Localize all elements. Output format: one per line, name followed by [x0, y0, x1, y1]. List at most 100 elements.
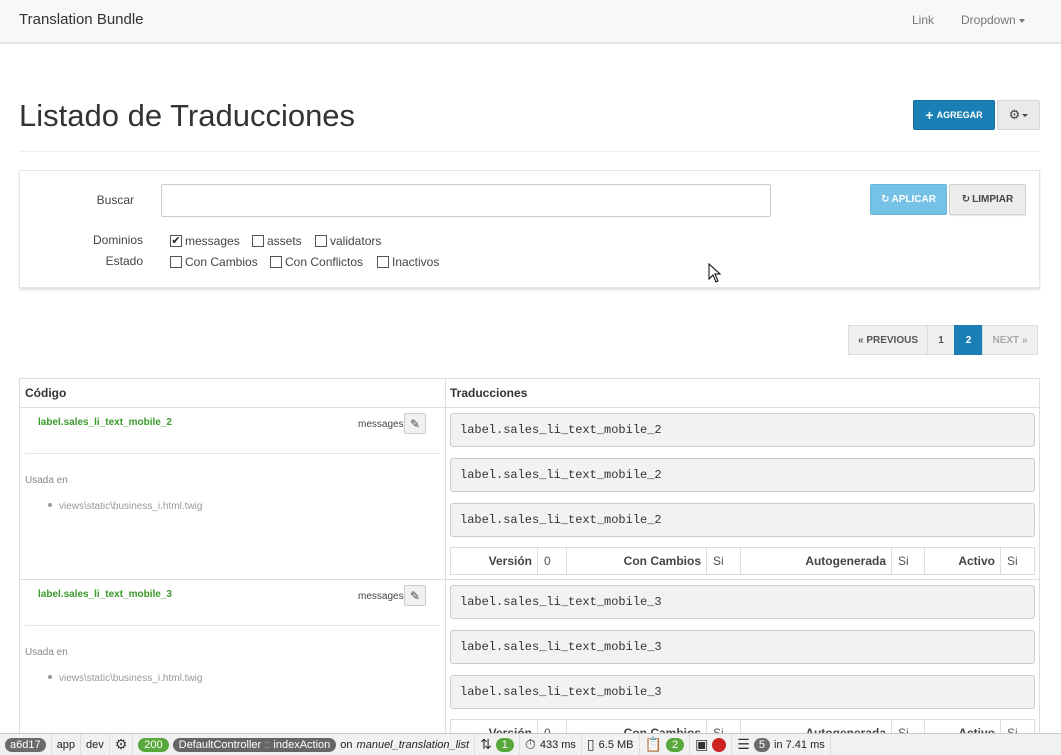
file-list-item: views\static\business_i.html.twig — [48, 673, 203, 684]
edit-button[interactable]: ✎ — [404, 585, 426, 606]
mouse-cursor-icon — [708, 263, 722, 283]
translation-field[interactable]: label.sales_li_text_mobile_3 — [450, 675, 1035, 709]
checkbox-label: validators — [330, 234, 382, 248]
debug-time[interactable]: ⏱ 433 ms — [520, 734, 582, 755]
title-divider — [19, 151, 1040, 152]
debug-toolbar: a6d17 app dev ⚙ 200 DefaultController ::… — [0, 733, 1061, 755]
debug-token[interactable]: a6d17 — [0, 734, 52, 755]
checkbox-label: Con Conflictos — [285, 255, 364, 269]
checkbox[interactable] — [270, 256, 282, 268]
translation-key[interactable]: label.sales_li_text_mobile_3 — [38, 589, 172, 600]
domain-checkbox-messages[interactable]: ✔ messages — [170, 234, 240, 248]
nav-dropdown[interactable]: Dropdown — [961, 13, 1025, 27]
meta-value: Si — [892, 548, 925, 574]
add-button[interactable]: + AGREGAR — [913, 100, 995, 130]
checkbox-label: Con Cambios — [185, 255, 258, 269]
nav-link[interactable]: Link — [912, 13, 934, 27]
search-input[interactable] — [161, 184, 771, 217]
translation-field[interactable]: label.sales_li_text_mobile_2 — [450, 503, 1035, 537]
pagination-next[interactable]: NEXT » — [982, 325, 1038, 355]
stopwatch-icon: ⏱ — [524, 736, 536, 752]
checkbox[interactable]: ✔ — [170, 235, 182, 247]
brand-link[interactable]: Translation Bundle — [19, 11, 144, 28]
edit-button[interactable]: ✎ — [404, 413, 426, 434]
bullet-icon — [48, 503, 52, 508]
queries-time: in 7.41 ms — [773, 738, 825, 751]
pagination-page[interactable]: 1 — [927, 325, 955, 355]
used-in-label: Usada en — [25, 647, 68, 658]
checkbox[interactable] — [315, 235, 327, 247]
debug-ajax[interactable]: ⇅ 1 — [475, 734, 520, 755]
translation-field[interactable]: label.sales_li_text_mobile_2 — [450, 458, 1035, 492]
row-divider — [25, 625, 440, 626]
database-icon: ☰ — [737, 736, 750, 752]
file-list-item: views\static\business_i.html.twig — [48, 501, 203, 512]
queries-count: 5 — [753, 737, 770, 752]
meta-label: Con Cambios — [567, 548, 707, 574]
apply-button-label: APLICAR — [891, 194, 936, 205]
domains-label: Dominios — [92, 233, 143, 247]
checkbox[interactable] — [377, 256, 389, 268]
column-header-code: Código — [25, 386, 67, 400]
clear-button[interactable]: ↻ LIMPIAR — [949, 184, 1026, 215]
translation-key[interactable]: label.sales_li_text_mobile_2 — [38, 417, 172, 428]
translation-meta: Versión 0 Con Cambios Si Autogenerada Si… — [450, 547, 1035, 575]
route-on: on — [340, 738, 353, 751]
user-card-icon: ▣ — [695, 736, 709, 752]
pagination: « PREVIOUS 1 2 NEXT » — [848, 325, 1038, 355]
memory-value: 6.5 MB — [598, 738, 634, 751]
navbar: Translation Bundle Link Dropdown — [0, 0, 1061, 44]
debug-logs[interactable]: 📋 2 — [640, 734, 691, 755]
debug-request[interactable]: 200 DefaultController :: indexAction on … — [133, 734, 476, 755]
controller-name: DefaultController — [178, 738, 262, 751]
state-checkbox-changes[interactable]: Con Cambios — [170, 255, 258, 269]
domain-checkbox-assets[interactable]: assets — [252, 234, 302, 248]
domain-checkbox-validators[interactable]: validators — [315, 234, 381, 248]
edit-icon: ✎ — [409, 588, 421, 603]
checkbox-label: assets — [267, 234, 302, 248]
token-badge: a6d17 — [5, 737, 46, 752]
apply-button[interactable]: ↻ APLICAR — [870, 184, 947, 215]
security-status-icon — [712, 737, 727, 752]
debug-env[interactable]: dev — [81, 734, 110, 755]
add-button-label: AGREGAR — [936, 110, 983, 120]
status-badge: 200 — [138, 737, 169, 752]
route-name: manuel_translation_list — [356, 738, 470, 751]
meta-label: Autogenerada — [741, 548, 892, 574]
meta-label: Activo — [925, 548, 1001, 574]
debug-memory[interactable]: ▯ 6.5 MB — [582, 734, 640, 755]
domain-tag: messages — [358, 591, 404, 602]
memory-icon: ▯ — [586, 736, 595, 752]
checkbox[interactable] — [252, 235, 264, 247]
controller-separator: :: — [264, 738, 271, 751]
settings-dropdown-button[interactable]: ⚙ — [997, 100, 1040, 130]
edit-icon: ✎ — [409, 416, 421, 431]
state-checkbox-conflicts[interactable]: Con Conflictos — [270, 255, 363, 269]
file-path: views\static\business_i.html.twig — [59, 673, 203, 684]
column-header-translations: Traducciones — [450, 386, 528, 400]
refresh-icon: ↻ — [881, 194, 890, 205]
time-value: 433 ms — [539, 738, 576, 751]
state-label: Estado — [105, 254, 143, 268]
debug-config[interactable]: ⚙ — [110, 734, 134, 755]
translation-field[interactable]: label.sales_li_text_mobile_2 — [450, 413, 1035, 447]
state-checkbox-inactive[interactable]: Inactivos — [377, 255, 439, 269]
debug-app[interactable]: app — [52, 734, 81, 755]
refresh-icon: ↻ — [961, 194, 971, 205]
pagination-page-current[interactable]: 2 — [954, 325, 983, 355]
debug-queries[interactable]: ☰ 5 in 7.41 ms — [732, 734, 831, 755]
debug-security[interactable]: ▣ — [690, 734, 733, 755]
translation-field[interactable]: label.sales_li_text_mobile_3 — [450, 585, 1035, 619]
table-row: label.sales_li_text_mobile_2 messages ✎ … — [20, 408, 1039, 580]
meta-value: Si — [707, 548, 741, 574]
controller-badge: DefaultController :: indexAction — [172, 737, 337, 752]
pagination-previous[interactable]: « PREVIOUS — [848, 325, 928, 355]
checkbox[interactable] — [170, 256, 182, 268]
translation-field[interactable]: label.sales_li_text_mobile_3 — [450, 630, 1035, 664]
ajax-count: 1 — [495, 737, 514, 752]
gear-icon: ⚙ — [1008, 107, 1021, 122]
page-title: Listado de Traducciones — [19, 98, 356, 133]
filter-panel: Buscar ↻ APLICAR ↻ LIMPIAR Dominios ✔ mes… — [19, 170, 1040, 288]
file-path: views\static\business_i.html.twig — [59, 501, 203, 512]
action-name: indexAction — [273, 738, 331, 751]
